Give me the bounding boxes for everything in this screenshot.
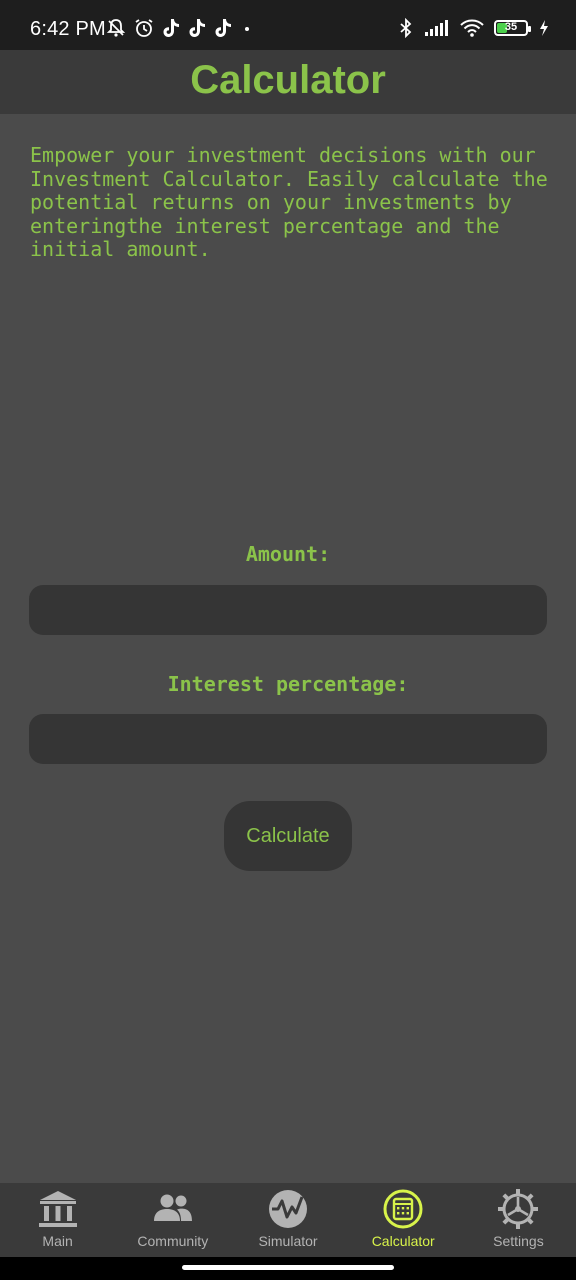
- tiktok-icon: [189, 19, 205, 37]
- wifi-icon: [460, 19, 484, 37]
- status-bar: 6:42 PM 35: [0, 0, 576, 50]
- nav-label-main: Main: [42, 1233, 73, 1249]
- bank-icon: [38, 1191, 77, 1227]
- battery-cap: [528, 26, 531, 32]
- muted-bell-icon: [106, 19, 126, 37]
- nav-label-calculator: Calculator: [371, 1233, 435, 1249]
- interest-label: Interest percentage:: [167, 672, 409, 696]
- nav-item-simulator[interactable]: Simulator: [230, 1183, 345, 1257]
- nav-item-community[interactable]: Community: [115, 1183, 230, 1257]
- intro-text: Empower your investment decisions with o…: [30, 143, 548, 261]
- charging-icon: [540, 20, 548, 36]
- system-nav-area: [0, 1257, 576, 1280]
- tiktok-icon: [215, 19, 231, 37]
- nav-item-settings[interactable]: Settings: [461, 1183, 576, 1257]
- bluetooth-icon: [400, 18, 412, 38]
- amount-input[interactable]: [29, 585, 547, 635]
- nav-label-community: Community: [137, 1233, 209, 1249]
- status-time: 6:42 PM: [30, 18, 106, 40]
- nav-item-calculator[interactable]: Calculator: [346, 1183, 461, 1257]
- gear-icon: [498, 1189, 539, 1229]
- amount-label: Amount:: [245, 542, 331, 566]
- interest-input[interactable]: [29, 714, 547, 764]
- calculator-icon: [383, 1189, 423, 1229]
- signal-icon: [425, 20, 448, 36]
- nav-item-main[interactable]: Main: [0, 1183, 115, 1257]
- status-left-icons: [106, 18, 254, 38]
- battery-icon: 35: [494, 20, 531, 36]
- status-right-icons: 35: [398, 18, 550, 38]
- chart-wave-icon: [269, 1190, 307, 1228]
- battery-level: 35: [504, 21, 518, 33]
- dot-icon: [245, 27, 249, 31]
- home-indicator[interactable]: [182, 1265, 394, 1270]
- calculate-button[interactable]: Calculate: [224, 801, 352, 871]
- nav-label-simulator: Simulator: [258, 1233, 318, 1249]
- alarm-icon: [135, 19, 153, 37]
- people-icon: [153, 1194, 192, 1221]
- tiktok-icon: [163, 19, 179, 37]
- nav-label-settings: Settings: [493, 1233, 544, 1249]
- page-title: Calculator: [190, 58, 386, 102]
- bottom-nav: Main Community Simulator Calculator Sett…: [0, 1183, 576, 1257]
- app-bar: Calculator: [0, 50, 576, 114]
